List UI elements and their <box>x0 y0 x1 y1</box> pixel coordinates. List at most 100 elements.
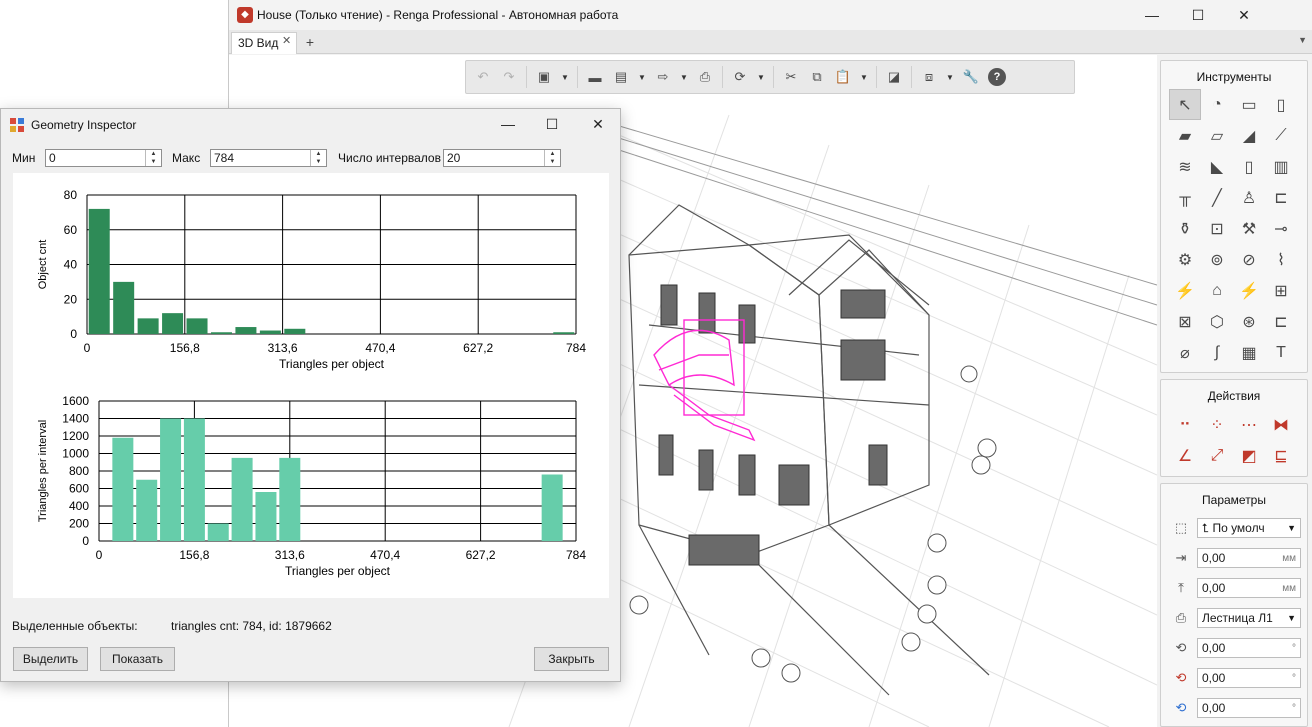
element-tool-icon[interactable]: ⊛ <box>1233 306 1265 337</box>
spinner-arrows-icon[interactable]: ▲ ▼ <box>544 150 560 166</box>
main-minimize-button[interactable]: — <box>1129 0 1175 30</box>
select-tool-icon[interactable]: ↖ <box>1169 89 1201 120</box>
show-button[interactable]: Показать <box>100 647 175 671</box>
wall-tool-icon[interactable]: ▭ <box>1233 89 1265 120</box>
spinner-arrows-icon[interactable]: ▲ ▼ <box>145 150 161 166</box>
redo-icon[interactable]: ↷ <box>500 68 518 86</box>
tab-label: 3D Вид <box>238 36 279 50</box>
offset-x-icon: ⇥ <box>1175 550 1187 565</box>
chevron-down-icon[interactable]: ▼ <box>946 73 954 82</box>
angle-action-icon[interactable]: ∠ <box>1169 440 1201 471</box>
max-input[interactable]: 784 ▲ ▼ <box>210 149 327 167</box>
offset-x-input[interactable]: 0,00 мм <box>1197 548 1301 568</box>
shapes-tool-icon[interactable]: ◔ <box>1201 89 1233 120</box>
alignment-select[interactable]: ⮤ По умолч ▼ <box>1197 518 1301 538</box>
assembly-tool-icon[interactable]: ⬡ <box>1201 306 1233 337</box>
equipment-tool-icon[interactable]: ♙ <box>1233 182 1265 213</box>
tab-menu-icon[interactable]: ▼ <box>1298 35 1307 45</box>
corner-action-icon[interactable]: ⊑ <box>1265 440 1297 471</box>
door-tool-icon[interactable]: ▯ <box>1233 151 1265 182</box>
view-cube-icon[interactable]: ▣ <box>535 68 553 86</box>
copy-array-action-icon[interactable]: ⋯ <box>1233 409 1265 440</box>
mirror-action-icon[interactable]: ⧓ <box>1265 409 1297 440</box>
accessory-tool-icon[interactable]: ⌇ <box>1265 244 1297 275</box>
stair-tool-icon[interactable]: ≋ <box>1169 151 1201 182</box>
export-icon[interactable]: ⇨ <box>654 68 672 86</box>
tab-close-icon[interactable]: ✕ <box>282 34 291 47</box>
cut-icon[interactable]: ✂ <box>782 68 800 86</box>
polyline-tool-icon[interactable]: ∫ <box>1201 337 1233 368</box>
offset-y-input[interactable]: 0,00 мм <box>1197 578 1301 598</box>
panel-tool-icon[interactable]: ⊞ <box>1265 275 1297 306</box>
style-value: Лестница Л1 <box>1202 611 1273 625</box>
duct-tool-icon[interactable]: ⊸ <box>1265 213 1297 244</box>
chevron-down-icon[interactable]: ▼ <box>638 73 646 82</box>
opening-tool-icon[interactable]: ⊏ <box>1265 306 1297 337</box>
histogram-bar <box>231 457 253 541</box>
fan-tool-icon[interactable]: ⊚ <box>1201 244 1233 275</box>
copy-icon[interactable]: ⧉ <box>808 68 826 86</box>
dimension-tool-icon[interactable]: ⌀ <box>1169 337 1201 368</box>
mechanical-tool-icon[interactable]: ⚙ <box>1169 244 1201 275</box>
select-button[interactable]: Выделить <box>13 647 88 671</box>
valve-tool-icon[interactable]: ⊘ <box>1233 244 1265 275</box>
align-action-icon[interactable]: ◩ <box>1233 440 1265 471</box>
histogram-bar <box>186 318 208 334</box>
settings-wrench-icon[interactable]: 🔧 <box>962 68 980 86</box>
chevron-down-icon: ▼ <box>1287 523 1296 533</box>
layers-icon[interactable]: ⧈ <box>920 68 938 86</box>
lighting-tool-icon[interactable]: ⌂ <box>1201 275 1233 306</box>
help-icon[interactable]: ? <box>988 68 1006 86</box>
dialog-close-button[interactable]: ✕ <box>575 109 621 139</box>
chevron-down-icon[interactable]: ▼ <box>860 73 868 82</box>
dialog-minimize-button[interactable]: — <box>485 109 531 139</box>
beam-tool-icon[interactable]: ⟋ <box>1265 120 1297 151</box>
rotate-z-input[interactable]: 0,00 ° <box>1197 698 1301 718</box>
paste-icon[interactable]: 📋 <box>834 68 852 86</box>
style-select[interactable]: Лестница Л1 ▼ <box>1197 608 1301 628</box>
toolbar-divider <box>526 66 527 88</box>
roof-tool-icon[interactable]: ◢ <box>1233 120 1265 151</box>
spinner-arrows-icon[interactable]: ▲ ▼ <box>310 150 326 166</box>
chevron-down-icon[interactable]: ▼ <box>680 73 688 82</box>
y-tick-label: 400 <box>69 499 89 513</box>
main-close-button[interactable]: ✕ <box>1221 0 1267 30</box>
fitting-tool-icon[interactable]: ⚒ <box>1233 213 1265 244</box>
close-dialog-button[interactable]: Закрыть <box>534 647 609 671</box>
save-icon[interactable]: ▤ <box>612 68 630 86</box>
add-tab-button[interactable]: + <box>301 33 319 51</box>
snapshot-icon[interactable]: ◪ <box>885 68 903 86</box>
electrical-tool-icon[interactable]: ⚡ <box>1169 275 1201 306</box>
line-tool-icon[interactable]: ╱ <box>1201 182 1233 213</box>
switch-tool-icon[interactable]: ⚡ <box>1233 275 1265 306</box>
ramp-tool-icon[interactable]: ◣ <box>1201 151 1233 182</box>
rotate-x-input[interactable]: 0,00 ° <box>1197 638 1301 658</box>
pipe-tool-icon[interactable]: ⊏ <box>1265 182 1297 213</box>
histogram-bar <box>255 492 277 541</box>
slab-tool-icon[interactable]: ▰ <box>1169 120 1201 151</box>
hatch-tool-icon[interactable]: ▦ <box>1233 337 1265 368</box>
tools-grid: ↖ ◔ ▭ ▯ ▰ ▱ ◢ ⟋ ≋ ◣ ▯ ▥ ╥ ╱ ♙ ⊏ ⚱ ⊡ ⚒ ⊸ … <box>1169 89 1297 368</box>
plumbing-tool-icon[interactable]: ⚱ <box>1169 213 1201 244</box>
open-folder-icon[interactable]: ▬ <box>586 68 604 86</box>
main-maximize-button[interactable]: ☐ <box>1175 0 1221 30</box>
intervals-input[interactable]: 20 ▲ ▼ <box>443 149 561 167</box>
rotate-action-icon[interactable]: ⁘ <box>1201 409 1233 440</box>
chevron-down-icon[interactable]: ▼ <box>757 73 765 82</box>
rotate-y-input[interactable]: 0,00 ° <box>1197 668 1301 688</box>
column-tool-icon[interactable]: ▯ <box>1265 89 1297 120</box>
text-tool-icon[interactable]: T <box>1265 337 1297 368</box>
window-tool-icon[interactable]: ▥ <box>1265 151 1297 182</box>
chevron-down-icon[interactable]: ▼ <box>561 73 569 82</box>
min-input[interactable]: 0 ▲ ▼ <box>45 149 162 167</box>
floor-tool-icon[interactable]: ▱ <box>1201 120 1233 151</box>
undo-icon[interactable]: ↶ <box>474 68 492 86</box>
device-tool-icon[interactable]: ⊡ <box>1201 213 1233 244</box>
room-tool-icon[interactable]: ⊠ <box>1169 306 1201 337</box>
orbit-icon[interactable]: ⟳ <box>731 68 749 86</box>
dialog-maximize-button[interactable]: ☐ <box>529 109 575 139</box>
print-icon[interactable]: ⎙ <box>696 68 714 86</box>
move-action-icon[interactable]: ⠒ <box>1169 409 1201 440</box>
railing-tool-icon[interactable]: ╥ <box>1169 182 1201 213</box>
scale-action-icon[interactable]: ⤢ <box>1201 440 1233 471</box>
